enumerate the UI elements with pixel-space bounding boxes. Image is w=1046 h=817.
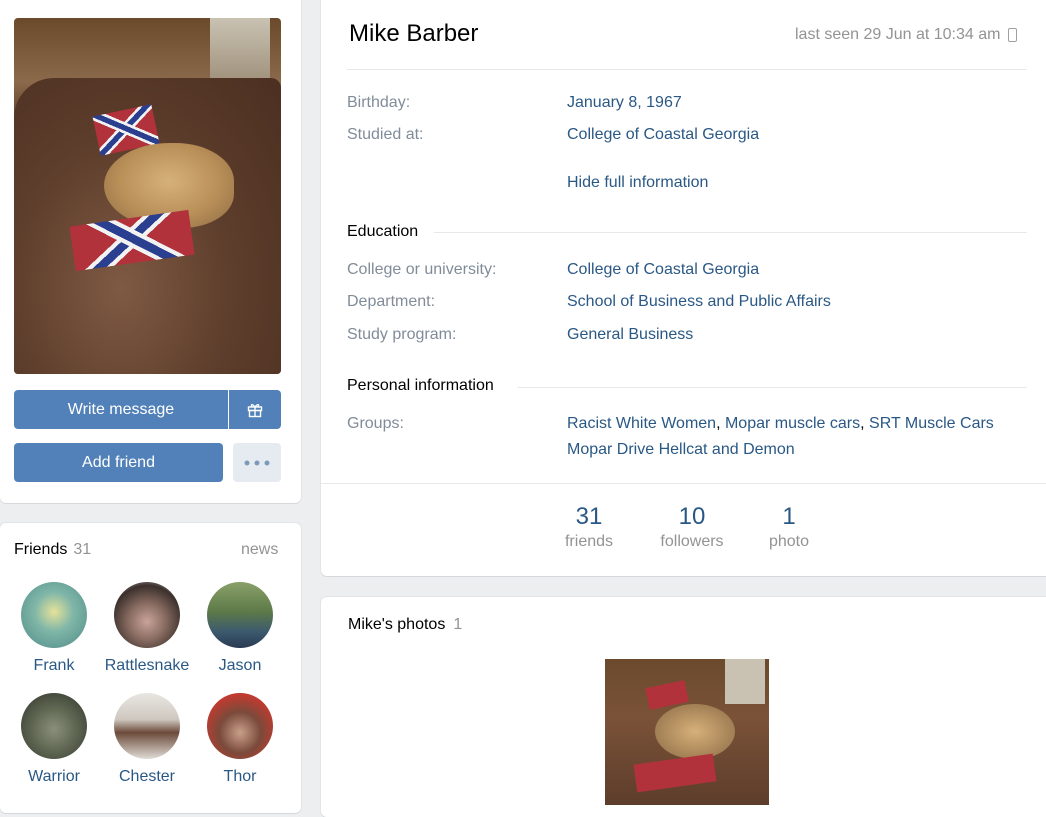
personal-section-title: Personal information <box>347 377 494 394</box>
friend-name[interactable]: Jason <box>193 657 287 675</box>
friend-item[interactable]: Jason <box>193 582 287 675</box>
photos-title: Mike's photos <box>348 616 446 633</box>
counter-number: 10 <box>678 503 706 530</box>
separator: , <box>860 415 870 432</box>
avatar[interactable] <box>207 582 273 648</box>
avatar[interactable] <box>21 582 87 648</box>
photos-counter[interactable]: 1 photo <box>760 503 818 551</box>
counter-number: 31 <box>575 503 603 530</box>
college-value[interactable]: College of Coastal Georgia <box>567 261 759 279</box>
studied-value[interactable]: College of Coastal Georgia <box>567 126 759 144</box>
friends-news-link[interactable]: news <box>241 541 278 559</box>
avatar[interactable] <box>207 693 273 759</box>
more-dots-icon <box>244 460 270 465</box>
divider <box>434 232 1027 233</box>
friends-count: 31 <box>73 541 92 558</box>
friend-name[interactable]: Chester <box>100 768 194 786</box>
profile-photo[interactable] <box>14 18 281 374</box>
profile-name: Mike Barber <box>349 20 479 47</box>
avatar[interactable] <box>21 693 87 759</box>
gift-icon <box>247 403 263 417</box>
groups-line-1: Racist White Women, Mopar muscle cars, S… <box>567 415 994 433</box>
add-friend-button[interactable]: Add friend <box>14 443 223 482</box>
groups-label: Groups: <box>347 415 404 432</box>
group-link[interactable]: Mopar muscle cars <box>725 415 860 432</box>
counter-label: followers <box>660 533 724 550</box>
friends-header[interactable]: Friends 31 <box>14 541 91 559</box>
counter-label: friends <box>564 533 614 550</box>
separator: , <box>716 415 725 432</box>
avatar[interactable] <box>114 693 180 759</box>
mobile-phone-icon <box>1008 28 1018 42</box>
more-actions-button[interactable] <box>233 443 281 482</box>
avatar[interactable] <box>114 582 180 648</box>
group-link[interactable]: Mopar Drive Hellcat and Demon <box>567 441 795 459</box>
counter-number: 1 <box>782 503 796 530</box>
photo-thumbnail[interactable] <box>605 659 769 805</box>
education-section-title: Education <box>347 223 419 240</box>
photos-count: 1 <box>453 616 463 633</box>
birthday-label: Birthday: <box>347 94 411 111</box>
photo-window <box>725 659 765 704</box>
college-label: College or university: <box>347 261 497 278</box>
divider <box>518 387 1027 388</box>
divider <box>347 69 1027 70</box>
friends-counter[interactable]: 31 friends <box>553 503 625 551</box>
friend-item[interactable]: Rattlesnake <box>100 582 194 675</box>
friend-item[interactable]: Chester <box>100 693 194 786</box>
divider <box>321 483 1046 484</box>
friend-name[interactable]: Warrior <box>7 768 101 786</box>
studied-label: Studied at: <box>347 126 424 143</box>
send-gift-button[interactable] <box>229 390 281 429</box>
friend-name[interactable]: Rattlesnake <box>100 657 194 675</box>
department-value[interactable]: School of Business and Public Affairs <box>567 293 831 311</box>
photo-flag <box>633 753 717 793</box>
profile-info-card <box>321 0 1046 576</box>
write-message-button[interactable]: Write message <box>14 390 228 429</box>
friend-name[interactable]: Thor <box>193 768 287 786</box>
friend-item[interactable]: Thor <box>193 693 287 786</box>
last-seen-text: last seen 29 Jun at 10:34 am <box>795 26 1001 43</box>
counter-label: photo <box>768 533 810 550</box>
hide-full-info-link[interactable]: Hide full information <box>567 174 708 192</box>
friend-item[interactable]: Frank <box>7 582 101 675</box>
photos-header[interactable]: Mike's photos 1 <box>348 616 462 634</box>
last-seen-status: last seen 29 Jun at 10:34 am <box>795 26 1018 44</box>
friends-title: Friends <box>14 541 68 558</box>
group-link[interactable]: SRT Muscle Cars <box>869 415 994 432</box>
birthday-value[interactable]: January 8, 1967 <box>567 94 682 112</box>
photo-dog <box>655 704 735 759</box>
study-program-label: Study program: <box>347 326 457 343</box>
friend-item[interactable]: Warrior <box>7 693 101 786</box>
department-label: Department: <box>347 293 436 310</box>
study-program-value[interactable]: General Business <box>567 326 693 344</box>
friend-name[interactable]: Frank <box>7 657 101 675</box>
group-link[interactable]: Racist White Women <box>567 415 716 432</box>
followers-counter[interactable]: 10 followers <box>650 503 734 551</box>
